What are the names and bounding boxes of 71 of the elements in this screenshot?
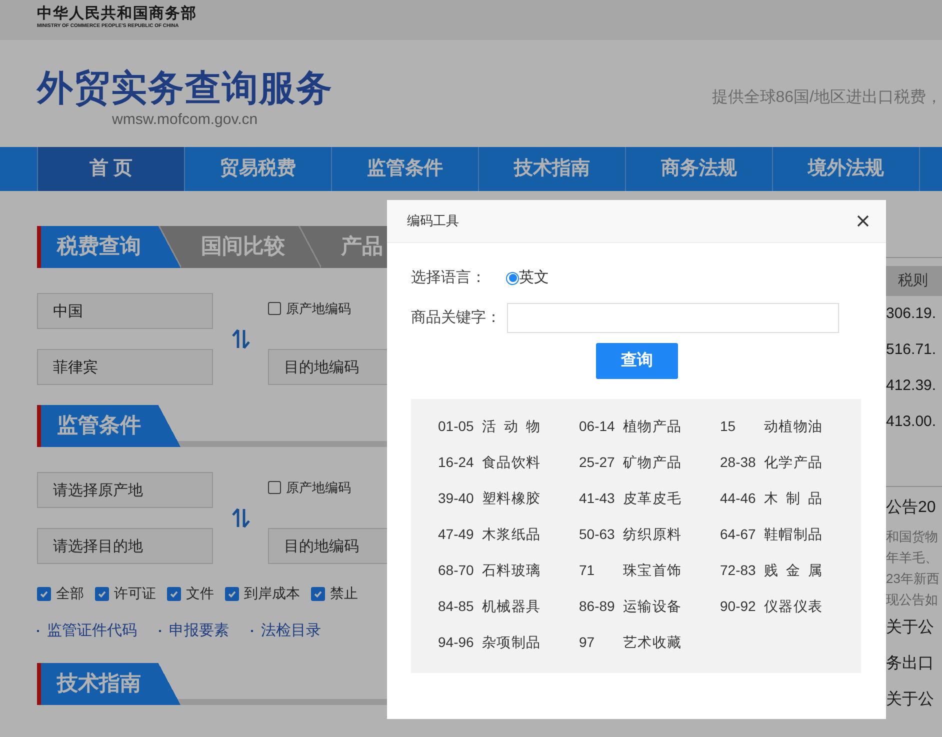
dialog-title: 编码工具	[407, 212, 459, 230]
category-item[interactable]: 06-14 植物产品	[579, 416, 720, 437]
filter-label: 全部	[56, 584, 84, 603]
checkbox-label: 原产地编码	[286, 302, 351, 316]
notice-text: 年羊毛、	[886, 549, 939, 567]
keyword-input[interactable]	[507, 303, 839, 333]
select-field[interactable]: 请选择目的地	[37, 528, 213, 564]
ministry-name: 中华人民共和国商务部	[37, 5, 198, 23]
quick-link[interactable]: 法检目录	[251, 620, 321, 642]
quick-link[interactable]: 监管证件代码	[37, 620, 137, 642]
notice-text: 现公告如	[886, 591, 939, 609]
nav-item[interactable]: 首 页	[37, 147, 184, 191]
category-item[interactable]: 97 艺术收藏	[579, 632, 720, 653]
news-link[interactable]: 务出口	[886, 646, 942, 682]
select-field[interactable]: 菲律宾	[37, 349, 213, 385]
select-field[interactable]: 中国	[37, 293, 213, 329]
news-link[interactable]: 关于公	[886, 610, 942, 646]
category-item[interactable]: 84-85 机械器具	[438, 596, 579, 617]
checkmark-icon	[39, 588, 49, 598]
notice-text: 23年新西	[886, 570, 940, 588]
category-item[interactable]: 94-96 杂项制品	[438, 632, 579, 653]
keyword-label: 商品关键字：	[411, 308, 502, 328]
notice-title[interactable]: 公告20	[886, 496, 942, 520]
category-item[interactable]: 16-24 食品饮料	[438, 452, 579, 473]
notice-text: 和国货物	[886, 528, 939, 546]
checkmark-icon	[97, 588, 107, 598]
checkbox[interactable]	[268, 302, 281, 315]
category-item[interactable]: 44-46 木 制 品	[720, 488, 861, 509]
category-item[interactable]: 41-43 皮革皮毛	[579, 488, 720, 509]
category-item[interactable]: 15 动植物油	[720, 416, 861, 437]
category-item[interactable]: 90-92 仪器仪表	[720, 596, 861, 617]
checkbox[interactable]	[268, 481, 281, 494]
checkbox-label: 原产地编码	[286, 481, 351, 495]
category-item[interactable]: 64-67 鞋帽制品	[720, 524, 861, 545]
category-item[interactable]: 86-89 运输设备	[579, 596, 720, 617]
filter-label: 文件	[186, 584, 214, 603]
filter-label: 到岸成本	[244, 584, 300, 603]
quick-link[interactable]: 申报要素	[159, 620, 229, 642]
tariff-code[interactable]: 516.71.	[886, 332, 942, 368]
category-item[interactable]: 72-83 贱 金 属	[720, 560, 861, 581]
checkbox[interactable]	[95, 586, 109, 600]
category-item[interactable]: 71 珠宝首饰	[579, 560, 720, 581]
filter-label: 禁止	[330, 584, 358, 603]
tariff-code[interactable]: 412.39.	[886, 368, 942, 404]
site-title: 外贸实务查询服务	[37, 66, 333, 110]
tagline: 提供全球86国/地区进出口税费，	[712, 88, 942, 108]
checkbox[interactable]	[37, 586, 51, 600]
checkmark-icon	[169, 588, 179, 598]
swap-icon[interactable]	[232, 507, 250, 529]
site-url: wmsw.mofcom.gov.cn	[112, 110, 259, 130]
category-item[interactable]: 50-63 纺织原料	[579, 524, 720, 545]
search-button[interactable]: 查询	[596, 343, 678, 379]
checkbox[interactable]	[167, 586, 181, 600]
checkmark-icon	[227, 588, 237, 598]
category-item[interactable]: 28-38 化学产品	[720, 452, 861, 473]
news-link[interactable]: 关于公	[886, 682, 942, 718]
category-item[interactable]: 01-05 活 动 物	[438, 416, 579, 437]
category-item[interactable]: 25-27 矿物产品	[579, 452, 720, 473]
checkbox[interactable]	[311, 586, 325, 600]
tariff-code[interactable]: 413.00.	[886, 404, 942, 440]
checkmark-icon	[313, 588, 323, 598]
table-header: 税则	[886, 266, 942, 296]
category-item[interactable]: 39-40 塑料橡胶	[438, 488, 579, 509]
language-radio[interactable]: 英文	[506, 266, 549, 290]
checkbox[interactable]	[225, 586, 239, 600]
swap-icon[interactable]	[232, 328, 250, 350]
language-label: 选择语言：	[411, 268, 487, 288]
tariff-code[interactable]: 306.19.	[886, 296, 942, 332]
filter-label: 许可证	[114, 584, 156, 603]
select-field[interactable]: 请选择原产地	[37, 472, 213, 508]
close-icon[interactable]	[857, 215, 869, 227]
